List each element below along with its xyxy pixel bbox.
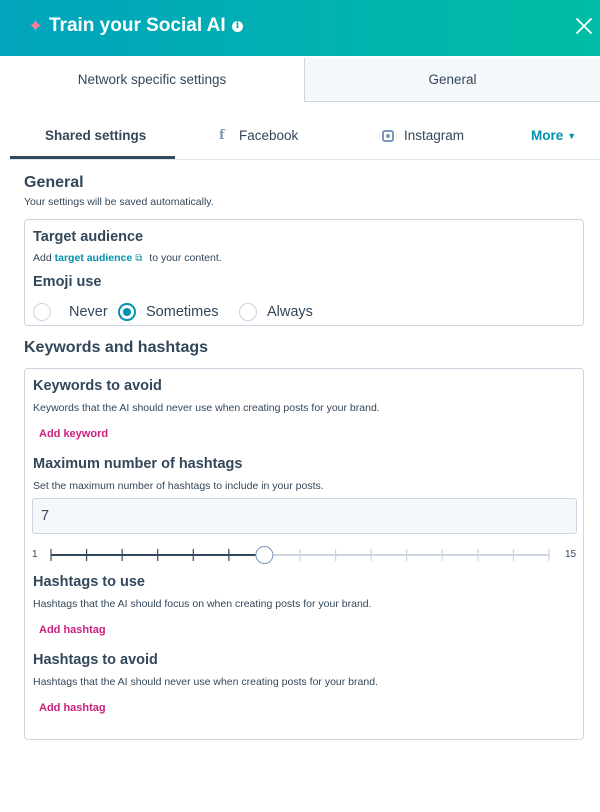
- modal-title: Train your Social AI: [49, 15, 226, 36]
- max-hashtags-input[interactable]: [32, 498, 577, 534]
- tab-shared-settings-label: Shared settings: [45, 128, 147, 143]
- emoji-use-title: Emoji use: [33, 274, 102, 290]
- instagram-icon: [382, 130, 394, 142]
- modal-header: ✦ Train your Social AI i: [0, 0, 600, 56]
- general-help-text: Your settings will be saved automaticall…: [24, 196, 214, 208]
- keywords-section-title: Keywords and hashtags: [24, 339, 209, 356]
- top-tabs: Network specific settings General: [0, 58, 600, 102]
- tab-general[interactable]: General: [304, 58, 600, 102]
- tab-facebook[interactable]: f Facebook: [219, 128, 298, 144]
- emoji-option-always: Always: [267, 304, 313, 320]
- emoji-radio-always[interactable]: Always: [239, 303, 313, 321]
- target-audience-title: Target audience: [33, 229, 144, 245]
- active-tab-indicator: [10, 156, 175, 159]
- emoji-option-never: Never: [69, 304, 108, 320]
- max-hashtags-slider[interactable]: [45, 545, 555, 565]
- hashtags-use-help: Hashtags that the AI should focus on whe…: [33, 598, 372, 610]
- emoji-radio-never[interactable]: Never: [33, 303, 108, 321]
- hashtags-use-title: Hashtags to use: [33, 574, 145, 590]
- tab-more-label: More: [531, 128, 564, 143]
- target-audience-link[interactable]: target audience: [55, 252, 133, 264]
- target-audience-suffix: to your content.: [149, 252, 222, 264]
- target-audience-help: Add target audience ⧉ to your content.: [33, 252, 222, 265]
- slider-max-label: 15: [565, 549, 577, 560]
- radio-never[interactable]: [33, 303, 51, 321]
- info-icon[interactable]: i: [232, 21, 243, 32]
- add-hashtag-use-button[interactable]: Add hashtag: [39, 624, 106, 637]
- general-section-title: General: [24, 174, 84, 191]
- max-hashtags-help: Set the maximum number of hashtags to in…: [33, 480, 324, 492]
- tab-more-dropdown[interactable]: More ▼: [531, 128, 576, 144]
- keywords-avoid-title: Keywords to avoid: [33, 378, 162, 394]
- keywords-card: Keywords to avoid Keywords that the AI s…: [24, 368, 584, 740]
- add-keyword-button[interactable]: Add keyword: [39, 428, 108, 441]
- hashtags-avoid-help: Hashtags that the AI should never use wh…: [33, 676, 378, 688]
- tab-facebook-label: Facebook: [239, 128, 299, 143]
- emoji-option-sometimes: Sometimes: [146, 304, 219, 320]
- external-link-icon: ⧉: [135, 253, 143, 264]
- slider-handle[interactable]: [255, 546, 274, 564]
- slider-min-label: 1: [32, 549, 38, 560]
- tab-shared-settings[interactable]: Shared settings: [45, 128, 146, 144]
- max-hashtags-title: Maximum number of hashtags: [33, 456, 243, 472]
- tab-instagram[interactable]: Instagram: [382, 128, 464, 144]
- general-card: Target audience Add target audience ⧉ to …: [24, 219, 584, 326]
- target-audience-prefix: Add: [33, 252, 52, 264]
- tab-instagram-label: Instagram: [404, 128, 465, 143]
- radio-sometimes[interactable]: [118, 303, 136, 321]
- close-icon[interactable]: [574, 16, 594, 36]
- caret-down-icon: ▼: [567, 131, 577, 141]
- sparkle-icon: ✦: [28, 16, 44, 36]
- hashtags-avoid-title: Hashtags to avoid: [33, 652, 158, 668]
- add-hashtag-avoid-button[interactable]: Add hashtag: [39, 702, 106, 715]
- radio-always[interactable]: [239, 303, 257, 321]
- facebook-icon: f: [219, 128, 225, 143]
- tab-network-specific-settings[interactable]: Network specific settings: [0, 58, 304, 102]
- sub-tabs: Shared settings f Facebook Instagram Mor…: [10, 116, 600, 160]
- emoji-radio-sometimes[interactable]: Sometimes: [118, 303, 219, 321]
- keywords-avoid-help: Keywords that the AI should never use wh…: [33, 402, 380, 414]
